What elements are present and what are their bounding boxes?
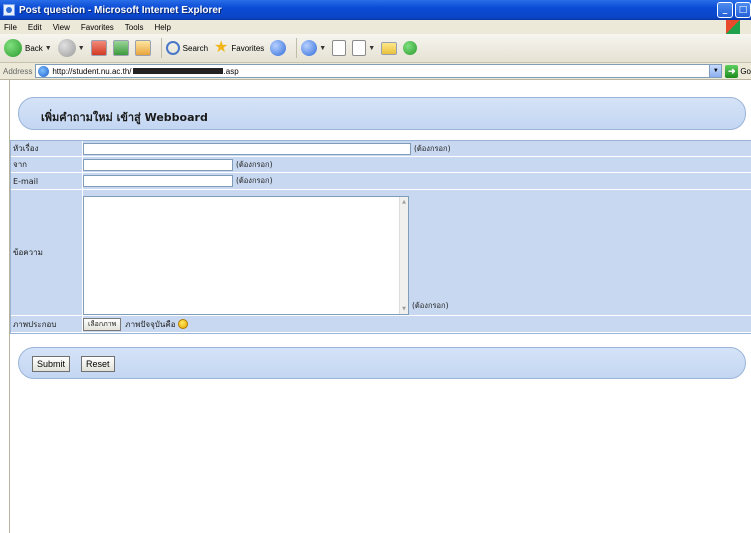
message-required-note: (ต้องกรอก) [412,301,449,310]
home-button[interactable] [134,40,151,56]
smiley-icon [177,319,188,329]
print-icon [332,40,347,56]
picture-row: ภาพประกอบ เลือกภาพ ภาพปัจจุบันคือ [11,316,751,333]
page-content: เพิ่มคำถามใหม่ เข้าสู่ Webboard หัวเรื่อ… [9,80,751,533]
forward-dropdown-icon[interactable]: ▼ [78,45,85,52]
discuss-button[interactable] [381,41,398,55]
subject-input[interactable] [83,142,411,155]
title-bar: Post question - Microsoft Internet Explo… [0,0,751,20]
mail-dropdown-icon[interactable]: ▼ [319,45,326,52]
refresh-button[interactable] [112,40,129,56]
refresh-icon [112,40,129,56]
from-label: จาก [11,157,83,172]
ie-app-icon [3,4,15,16]
edit-icon [352,40,367,56]
minimize-button[interactable]: _ [717,2,733,18]
address-dropdown-icon[interactable]: ▼ [709,64,723,78]
toolbar: Back ▼ ▼ Search ★ Favorites ▼ ▼ [0,34,751,63]
url-prefix: http://student.nu.ac.th/ [52,66,132,76]
edit-button[interactable]: ▼ [352,40,375,56]
menu-edit[interactable]: Edit [28,23,42,32]
address-input[interactable]: http://student.nu.ac.th/ .asp ▼ [35,64,723,78]
message-label: ข้อความ [11,190,83,315]
go-label: Go [740,66,751,76]
history-icon [270,40,287,56]
from-row: จาก (ต้องกรอก) [11,157,751,173]
url-suffix: .asp [223,66,239,76]
mail-icon [301,40,318,56]
favorites-label: Favorites [231,43,265,53]
stop-icon [90,40,107,56]
address-bar: Address http://student.nu.ac.th/ .asp ▼ … [0,63,751,80]
page-header: เพิ่มคำถามใหม่ เข้าสู่ Webboard [18,97,746,130]
address-label: Address [3,66,33,76]
mail-button[interactable]: ▼ [301,40,326,56]
print-button[interactable] [332,40,347,56]
scroll-down-icon[interactable]: ▼ [400,305,408,313]
email-label: E-mail [11,173,83,189]
from-input[interactable] [83,158,233,171]
search-button[interactable]: Search [165,41,209,55]
current-picture-note: ภาพปัจจุบันคือ [125,319,176,329]
from-required-note: (ต้องกรอก) [236,159,273,169]
subject-row: หัวเรื่อง (ต้องกรอก) [11,141,751,157]
go-arrow-icon: ➜ [725,64,739,78]
url-redacted [132,68,223,74]
subject-required-note: (ต้องกรอก) [414,143,451,153]
forward-button[interactable]: ▼ [57,39,85,57]
edit-dropdown-icon[interactable]: ▼ [368,45,375,52]
menu-file[interactable]: File [4,23,17,32]
email-row: E-mail (ต้องกรอก) [11,173,751,190]
email-input[interactable] [83,175,233,187]
submit-button[interactable]: Submit [32,356,71,372]
subject-label: หัวเรื่อง [11,141,83,156]
toolbar-separator [160,38,162,58]
window-controls: _ □ [717,2,751,18]
search-label: Search [182,43,209,53]
search-icon [165,41,180,55]
page-title: เพิ่มคำถามใหม่ เข้าสู่ Webboard [41,111,208,124]
back-label: Back [25,43,43,53]
stop-button[interactable] [90,40,107,56]
message-scrollbar[interactable]: ▲ ▼ [399,197,408,314]
folder-icon [381,41,398,55]
favorites-button[interactable]: ★ Favorites [214,40,264,56]
post-form: หัวเรื่อง (ต้องกรอก) จาก (ต้องกรอก) E-ma… [10,140,751,334]
menu-help[interactable]: Help [154,23,170,32]
maximize-button[interactable]: □ [735,2,751,18]
messenger-icon [403,41,418,55]
back-button[interactable]: Back ▼ [4,39,52,57]
message-textarea[interactable]: ▲ ▼ [83,196,409,315]
email-required-note: (ต้องกรอก) [236,176,273,185]
menu-favorites[interactable]: Favorites [81,23,114,32]
menu-view[interactable]: View [53,23,70,32]
choose-picture-button[interactable]: เลือกภาพ [83,317,122,331]
reset-button[interactable]: Reset [81,356,115,372]
history-button[interactable] [270,40,287,56]
forward-arrow-icon [57,39,76,57]
go-button[interactable]: ➜ Go [725,64,751,78]
menu-tools[interactable]: Tools [125,23,144,32]
scroll-up-icon[interactable]: ▲ [400,198,408,206]
page-icon [38,65,50,77]
home-icon [134,40,151,56]
back-dropdown-icon[interactable]: ▼ [45,45,52,52]
form-actions: Submit Reset [18,347,746,379]
back-arrow-icon [4,39,22,57]
picture-label: ภาพประกอบ [11,316,83,332]
menu-bar: File Edit View Favorites Tools Help [0,20,751,34]
messenger-button[interactable] [403,41,418,55]
windows-logo-icon [726,20,740,34]
window-title: Post question - Microsoft Internet Explo… [19,4,222,16]
message-row: ข้อความ ▲ ▼ (ต้องกรอก) [11,190,751,316]
favorites-star-icon: ★ [214,39,229,56]
toolbar-separator [296,38,298,58]
